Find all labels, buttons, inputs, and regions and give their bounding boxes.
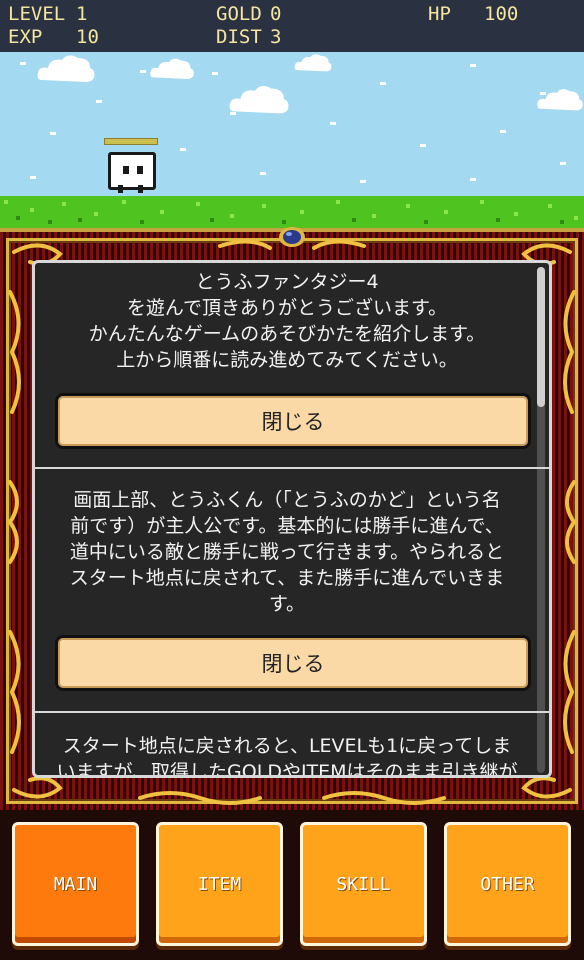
- section-line: を遊んで頂きありがとうございます。: [126, 297, 448, 319]
- cloud-icon: [150, 58, 194, 79]
- tofu-hero-character: [104, 138, 158, 196]
- level-label: LEVEL: [8, 3, 66, 25]
- hero-eye: [123, 166, 129, 174]
- hero-eye: [137, 166, 143, 174]
- bottom-menu: MAIN ITEM SKILL OTHER: [0, 810, 584, 960]
- tutorial-dialog[interactable]: とうふファンタジー4 を遊んで頂きありがとうございます。 かんたんなゲームのあそ…: [32, 260, 552, 778]
- tutorial-section-intro: とうふファンタジー4 を遊んで頂きありがとうございます。 かんたんなゲームのあそ…: [35, 269, 539, 373]
- section-divider: [35, 711, 549, 713]
- section-line: スタート地点に戻されて、また勝手に進んでいきま: [69, 567, 505, 589]
- section-line: 画面上部、とうふくん（「とうふのかど」という名: [73, 489, 501, 511]
- section-line: いますが、取得したGOLDやITEMはそのまま引き継が: [56, 761, 518, 778]
- gold-label: GOLD: [216, 3, 262, 25]
- tofu-body: [108, 152, 156, 190]
- menu-button-main[interactable]: MAIN: [12, 822, 139, 946]
- level-value: 1: [76, 3, 88, 25]
- tutorial-section-restart: スタート地点に戻されると、LEVELも1に戻ってしま いますが、取得したGOLD…: [35, 733, 539, 778]
- cloud-icon: [229, 85, 289, 114]
- grass-texture: [4, 200, 578, 224]
- hp-value: 100: [484, 3, 519, 25]
- exp-value: 10: [76, 26, 99, 48]
- section-line: スタート地点に戻されると、LEVELも1に戻ってしま: [62, 735, 512, 757]
- hero-leg: [138, 185, 143, 193]
- section-line: す。: [268, 593, 306, 615]
- cloud-icon: [537, 89, 583, 111]
- close-button[interactable]: 閉じる: [55, 635, 531, 691]
- hero-hp-bar: [104, 138, 158, 145]
- exp-label: EXP: [8, 26, 43, 48]
- close-button[interactable]: 閉じる: [55, 393, 531, 449]
- status-bar: LEVEL 1 EXP 10 GOLD 0 DIST 3 HP 100: [0, 0, 584, 52]
- gold-value: 0: [270, 3, 282, 25]
- dist-value: 3: [270, 26, 282, 48]
- game-field-ground: [0, 196, 584, 228]
- section-line: 上から順番に読み進めてみてください。: [116, 349, 458, 371]
- menu-button-item[interactable]: ITEM: [156, 822, 283, 946]
- hero-leg: [118, 185, 123, 193]
- menu-button-skill[interactable]: SKILL: [300, 822, 427, 946]
- cloud-icon: [294, 54, 332, 72]
- section-line: 前です）が主人公です。基本的には勝手に進んで、: [70, 515, 504, 537]
- menu-button-other[interactable]: OTHER: [444, 822, 571, 946]
- section-divider: [35, 467, 549, 469]
- game-field-sky: [0, 52, 584, 196]
- tutorial-section-hero: 画面上部、とうふくん（「とうふのかど」という名 前です）が主人公です。基本的には…: [35, 487, 539, 617]
- section-line: かんたんなゲームのあそびかたを紹介します。: [88, 323, 486, 345]
- section-line: 道中にいる敵と勝手に戦って行きます。やられると: [69, 541, 505, 563]
- section-line: とうふファンタジー4: [195, 271, 379, 293]
- hp-label: HP: [428, 3, 451, 25]
- cloud-icon: [37, 55, 95, 82]
- dist-label: DIST: [216, 26, 262, 48]
- gem-icon: [279, 227, 305, 247]
